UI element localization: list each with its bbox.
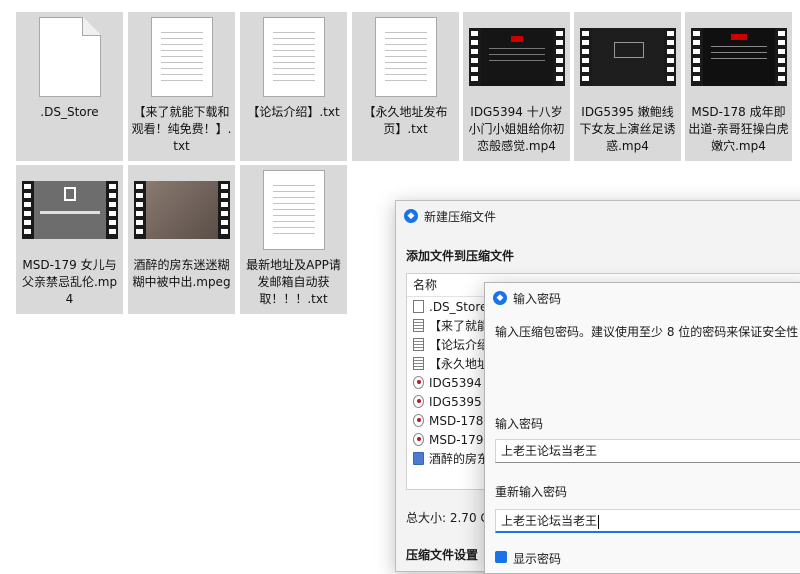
text-file-icon bbox=[262, 170, 325, 250]
file-tile-ds-store[interactable]: .DS_Store bbox=[16, 12, 123, 161]
password-input-value: 上老王论坛当老王 bbox=[501, 444, 598, 458]
video-thumbnail-icon bbox=[468, 28, 565, 86]
video-thumbnail-icon bbox=[21, 181, 118, 239]
file-thumb bbox=[16, 12, 123, 102]
file-name: IDG5394 十八岁小门小姐姐给你初恋般感觉.mp4 bbox=[468, 105, 565, 153]
password-titlebar: ◆ 输入密码 bbox=[485, 283, 800, 313]
file-name: 【论坛介绍】.txt bbox=[247, 105, 340, 119]
confirm-password-input[interactable]: 上老王论坛当老王 bbox=[495, 509, 800, 533]
blank-file-icon bbox=[38, 17, 101, 97]
list-item-label: MSD-179 bbox=[429, 432, 484, 447]
video-icon bbox=[413, 414, 424, 427]
video-thumbnail-icon bbox=[133, 181, 230, 239]
section-title: 添加文件到压缩文件 bbox=[406, 249, 515, 263]
file-tile-video-2[interactable]: IDG5395 嫩鲍线下女友上演丝足诱惑.mp4 bbox=[574, 12, 681, 161]
file-thumb bbox=[128, 165, 235, 255]
file-thumb bbox=[16, 165, 123, 255]
app-icon: ◆ bbox=[493, 291, 507, 305]
file-thumb bbox=[128, 12, 235, 102]
file-name: MSD-178 成年即出道-亲哥狂操白虎嫩穴.mp4 bbox=[688, 105, 789, 153]
file-tile-video-1[interactable]: IDG5394 十八岁小门小姐姐给你初恋般感觉.mp4 bbox=[463, 12, 570, 161]
total-size: 总大小: 2.70 G bbox=[406, 511, 490, 525]
file-name: 【来了就能下载和观看！纯免费！】.txt bbox=[131, 105, 232, 153]
file-thumb bbox=[463, 12, 570, 102]
file-name: 酒醉的房东迷迷糊糊中被中出.mpeg bbox=[132, 258, 231, 289]
video-icon bbox=[413, 376, 424, 389]
text-file-icon bbox=[262, 17, 325, 97]
file-tile-txt-2[interactable]: 【论坛介绍】.txt bbox=[240, 12, 347, 161]
file-tile-video-4[interactable]: MSD-179 女儿与父亲禁忌乱伦.mp4 bbox=[16, 165, 123, 314]
txt-icon bbox=[413, 357, 424, 370]
mpeg-icon bbox=[413, 452, 424, 465]
archive-settings-heading: 压缩文件设置 bbox=[406, 548, 479, 562]
file-tile-txt-4[interactable]: 最新地址及APP请发邮箱自动获取！！！.txt bbox=[240, 165, 347, 314]
confirm-password-value: 上老王论坛当老王 bbox=[501, 514, 598, 528]
file-tile-txt-3[interactable]: 【永久地址发布页】.txt bbox=[352, 12, 459, 161]
list-item-label: 【来了就能 bbox=[429, 319, 490, 333]
password-dialog: ◆ 输入密码 输入压缩包密码。建议使用至少 8 位的密码来保证安全性 输入密码 … bbox=[484, 282, 800, 574]
list-item-label: 酒醉的房东 bbox=[429, 452, 490, 466]
file-name: 最新地址及APP请发邮箱自动获取！！！.txt bbox=[246, 258, 341, 306]
file-name: IDG5395 嫩鲍线下女友上演丝足诱惑.mp4 bbox=[579, 105, 676, 153]
password-input[interactable]: 上老王论坛当老王 bbox=[495, 439, 800, 463]
confirm-password-label: 重新输入密码 bbox=[495, 485, 568, 499]
password-description: 输入压缩包密码。建议使用至少 8 位的密码来保证安全性 bbox=[495, 325, 799, 339]
show-password-label: 显示密码 bbox=[513, 552, 562, 566]
file-thumb bbox=[352, 12, 459, 102]
file-thumb bbox=[240, 12, 347, 102]
video-icon bbox=[413, 433, 424, 446]
video-icon bbox=[413, 395, 424, 408]
list-item-label: 【论坛介绍 bbox=[429, 338, 490, 352]
video-thumbnail-icon bbox=[579, 28, 676, 86]
text-file-icon bbox=[150, 17, 213, 97]
text-caret bbox=[598, 514, 600, 529]
list-item-label: IDG5394 - bbox=[429, 375, 490, 390]
list-item-label: .DS_Store bbox=[429, 299, 488, 314]
list-item-label: MSD-178 bbox=[429, 413, 484, 428]
file-name: .DS_Store bbox=[40, 105, 99, 119]
file-icon bbox=[413, 300, 424, 313]
show-password-checkbox[interactable] bbox=[495, 551, 507, 563]
password-label: 输入密码 bbox=[495, 417, 544, 431]
file-name: 【永久地址发布页】.txt bbox=[363, 105, 448, 136]
app-icon: ◆ bbox=[404, 209, 418, 223]
list-item-label: 【永久地址 bbox=[429, 357, 490, 371]
file-thumb bbox=[240, 165, 347, 255]
file-tile-video-5[interactable]: 酒醉的房东迷迷糊糊中被中出.mpeg bbox=[128, 165, 235, 314]
file-name: MSD-179 女儿与父亲禁忌乱伦.mp4 bbox=[21, 258, 118, 306]
text-file-icon bbox=[374, 17, 437, 97]
file-tile-txt-1[interactable]: 【来了就能下载和观看！纯免费！】.txt bbox=[128, 12, 235, 161]
file-tile-video-3[interactable]: MSD-178 成年即出道-亲哥狂操白虎嫩穴.mp4 bbox=[685, 12, 792, 161]
file-thumb bbox=[574, 12, 681, 102]
password-dialog-title: 输入密码 bbox=[513, 291, 562, 306]
txt-icon bbox=[413, 338, 424, 351]
file-thumb bbox=[685, 12, 792, 102]
txt-icon bbox=[413, 319, 424, 332]
archive-window-title: 新建压缩文件 bbox=[424, 209, 497, 224]
archive-titlebar: ◆ 新建压缩文件 bbox=[396, 201, 800, 231]
video-thumbnail-icon bbox=[690, 28, 787, 86]
